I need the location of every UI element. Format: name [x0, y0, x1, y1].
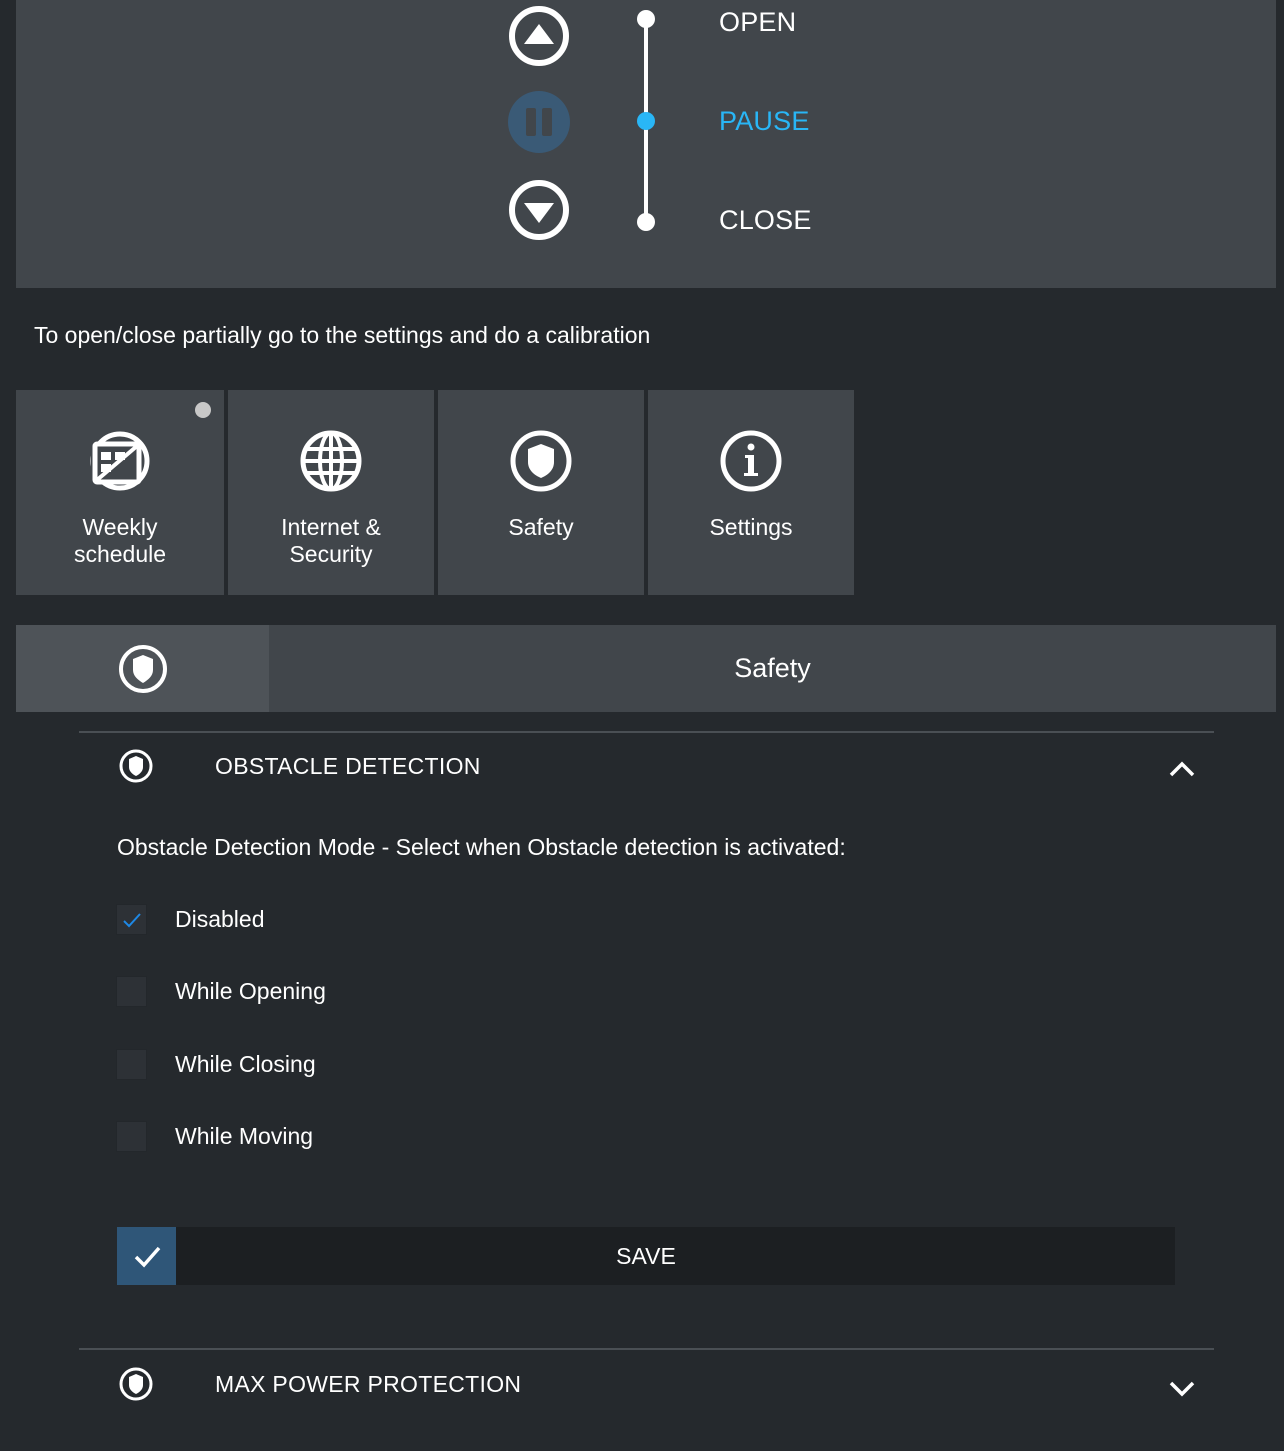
tile-internet-security[interactable]: Internet & Security: [228, 390, 434, 595]
checkmark-icon: [134, 1246, 160, 1268]
divider: [79, 731, 1214, 733]
section-title: Safety: [734, 653, 811, 683]
calendar-icon: [87, 428, 153, 494]
arrow-down-circle-icon: [509, 180, 569, 240]
tile-label: Internet & Security: [281, 514, 381, 567]
option-while-opening[interactable]: While Opening: [116, 976, 326, 1007]
tile-label: Safety: [508, 514, 574, 540]
shield-icon: [118, 644, 167, 693]
track-dot-open: [637, 10, 655, 28]
option-label: While Moving: [175, 1123, 314, 1149]
open-button[interactable]: [507, 4, 571, 68]
chevron-up-icon[interactable]: [1164, 752, 1200, 788]
globe-icon: [298, 428, 364, 494]
obstacle-mode-description: Obstacle Detection Mode - Select when Ob…: [117, 834, 846, 860]
tile-safety[interactable]: Safety: [438, 390, 644, 595]
arrow-up-circle-icon: [509, 6, 569, 66]
shield-icon: [508, 428, 574, 494]
checkbox-while-opening[interactable]: [116, 976, 147, 1007]
notification-dot: [195, 402, 211, 418]
option-label: While Opening: [175, 978, 326, 1004]
close-label[interactable]: CLOSE: [719, 205, 812, 236]
open-label[interactable]: OPEN: [719, 7, 796, 38]
close-button[interactable]: [507, 178, 571, 242]
save-button[interactable]: SAVE: [117, 1227, 1175, 1285]
obstacle-detection-header[interactable]: OBSTACLE DETECTION: [215, 753, 481, 780]
chevron-down-icon[interactable]: [1164, 1370, 1200, 1406]
track-dot-pause: [637, 112, 655, 130]
checkbox-while-moving[interactable]: [116, 1121, 147, 1152]
tile-label: Settings: [709, 514, 793, 540]
option-disabled[interactable]: Disabled: [116, 904, 265, 935]
shield-icon: [118, 1366, 154, 1402]
save-label: SAVE: [616, 1242, 676, 1269]
pause-label[interactable]: PAUSE: [719, 106, 810, 137]
pause-button[interactable]: [507, 90, 571, 154]
pause-icon: [508, 91, 570, 153]
checkbox-while-closing[interactable]: [116, 1049, 147, 1080]
track-dot-close: [637, 213, 655, 231]
shield-icon: [118, 748, 154, 784]
tile-label: Weekly schedule: [73, 514, 167, 567]
save-check-box: [117, 1227, 176, 1285]
section-icon-box: [16, 625, 269, 712]
checkbox-disabled[interactable]: [116, 904, 147, 935]
tile-settings[interactable]: Settings: [648, 390, 854, 595]
option-while-closing[interactable]: While Closing: [116, 1049, 316, 1080]
option-label: While Closing: [175, 1051, 316, 1077]
option-while-moving[interactable]: While Moving: [116, 1121, 313, 1152]
checkmark-icon: [122, 912, 141, 927]
calibration-note: To open/close partially go to the settin…: [34, 322, 651, 348]
max-power-protection-header[interactable]: MAX POWER PROTECTION: [215, 1371, 521, 1398]
option-label: Disabled: [175, 906, 265, 932]
info-icon: [718, 428, 784, 494]
divider: [79, 1348, 1214, 1350]
tile-weekly-schedule[interactable]: Weekly schedule: [16, 390, 224, 595]
